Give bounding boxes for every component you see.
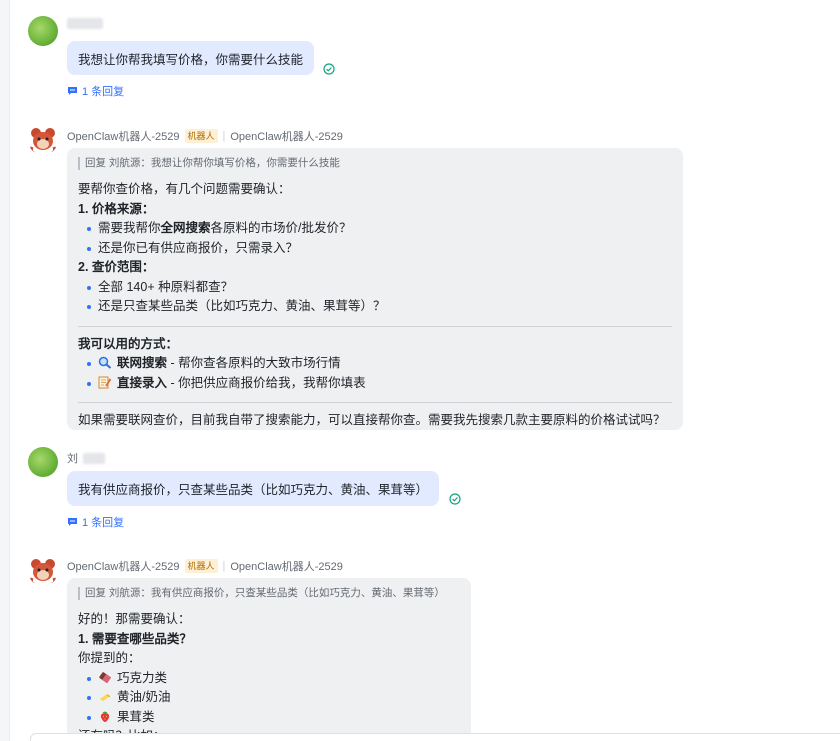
reply-count-link[interactable]: 1 条回复 [67, 514, 124, 530]
divider [78, 402, 672, 403]
list-item: 直接录入 - 你把供应商报价给我，我帮你填表 [78, 374, 672, 394]
comment-icon [68, 87, 77, 95]
bold-span: 全网搜索 [160, 221, 211, 235]
sender-name[interactable]: OpenClaw机器人-2529 [67, 558, 180, 574]
sender-alias: OpenClaw机器人-2529 [230, 131, 343, 143]
bold-span: 直接录入 [117, 375, 168, 390]
message-bubble: 我有供应商报价，只查某些品类（比如巧克力、黄油、果茸等） [67, 471, 440, 506]
bold-span: 联网搜索 [117, 356, 168, 370]
reply-quote[interactable]: 回复 刘航源：我有供应商报价，只查某些品类（比如巧克力、黄油、果茸等） [78, 587, 460, 600]
text-span: 果茸类 [117, 709, 155, 724]
section-title: 1. 需要查哪些品类？ [78, 631, 192, 646]
comment-icon [68, 518, 77, 526]
text-span: 各原料的市场价/批发价？ [210, 221, 352, 235]
divider [78, 325, 672, 327]
list-item: 需要我帮你全网搜索各原料的市场价/批发价？ [78, 219, 672, 239]
bot-badge: 机器人 [184, 559, 218, 573]
bot-badge: 机器人 [184, 129, 218, 143]
section-title: 我可以用的方式： [78, 336, 179, 351]
bot-avatar-icon[interactable] [28, 556, 58, 586]
reply-count-text: 1 条回复 [82, 86, 125, 98]
text-line: 好的！那需要确认： [78, 612, 191, 626]
text-span: - 你把供应商报价给我，我帮你填表 [167, 375, 366, 390]
sender-name[interactable]: OpenClaw机器人-2529 [67, 128, 180, 144]
butter-icon [100, 694, 110, 701]
sender-line: OpenClaw机器人-2529 机器人 | OpenClaw机器人-2529 [67, 128, 343, 144]
check-circle-icon [449, 493, 461, 505]
sender-alias: OpenClaw机器人-2529 [230, 561, 343, 573]
separator: | [222, 130, 226, 142]
bot-avatar-icon[interactable] [28, 125, 58, 155]
bullet-list: 巧克力类 黄油/奶油 果茸类 [78, 669, 460, 728]
list-item: 果茸类 [78, 708, 460, 728]
list-item: 巧克力类 [78, 669, 460, 689]
sender-name[interactable] [67, 18, 103, 29]
list-item: 黄油/奶油 [78, 688, 460, 708]
message-composer-input[interactable] [30, 733, 840, 741]
section-title: 1. 价格来源： [78, 201, 155, 216]
bot-message-card: 回复 刘航源：我想让你帮你填写价格，你需要什么技能 要帮你查价格，有几个问题需要… [67, 148, 683, 430]
strawberry-icon [100, 711, 110, 722]
list-item: 还是只查某些品类（比如巧克力、黄油、果茸等）？ [78, 297, 672, 317]
list-item: 全部 140+ 种原料都查？ [78, 278, 672, 298]
check-circle-icon [323, 63, 335, 75]
chocolate-icon [99, 671, 112, 683]
reply-count-link[interactable]: 1 条回复 [67, 83, 124, 99]
blurred-name [83, 452, 105, 464]
bullet-list: 全部 140+ 种原料都查？ 还是只查某些品类（比如巧克力、黄油、果茸等）？ [78, 278, 672, 317]
text-span: 需要我帮你 [98, 221, 161, 235]
text-span: - 帮你查各原料的大致市场行情 [167, 356, 341, 370]
bullet-list: 需要我帮你全网搜索各原料的市场价/批发价？ 还是你已有供应商报价，只需录入？ [78, 219, 672, 258]
memo-icon [98, 376, 112, 388]
message-bubble: 我想让你帮我填写价格，你需要什么技能 [67, 41, 315, 75]
message-text: 我想让你帮我填写价格，你需要什么技能 [78, 52, 304, 67]
list-item: 联网搜索 - 帮你查各原料的大致市场行情 [78, 354, 672, 374]
separator: | [222, 560, 226, 572]
message-text: 我有供应商报价，只查某些品类（比如巧克力、黄油、果茸等） [78, 483, 429, 497]
avatar[interactable] [28, 447, 58, 477]
reply-count-text: 1 条回复 [82, 517, 125, 529]
avatar[interactable] [28, 16, 58, 46]
text-line: 你提到的： [78, 651, 141, 665]
section-title: 2. 查价范围： [78, 260, 155, 274]
bullet-list: 联网搜索 - 帮你查各原料的大致市场行情 直接录入 - 你把供应商报价给我，我帮… [78, 354, 672, 393]
sender-line: OpenClaw机器人-2529 机器人 | OpenClaw机器人-2529 [67, 558, 343, 574]
intro-text: 要帮你查价格，有几个问题需要确认： [78, 182, 291, 196]
text-span: 黄油/奶油 [117, 690, 171, 704]
closing-text: 如果需要联网查价，目前我自带了搜索能力，可以直接帮你查。需要我先搜索几款主要原料… [78, 413, 666, 427]
magnifier-icon [98, 356, 112, 369]
text-span: 巧克力类 [117, 670, 168, 685]
bot-message-card: 回复 刘航源：我有供应商报价，只查某些品类（比如巧克力、黄油、果茸等） 好的！那… [67, 578, 471, 741]
blurred-name [67, 18, 103, 29]
reply-quote[interactable]: 回复 刘航源：我想让你帮你填写价格，你需要什么技能 [78, 157, 672, 170]
sender-name-visible: 刘 [67, 453, 78, 465]
sidebar-edge [0, 0, 10, 741]
sender-name[interactable]: 刘 [67, 450, 105, 466]
list-item: 还是你已有供应商报价，只需录入？ [78, 239, 672, 259]
